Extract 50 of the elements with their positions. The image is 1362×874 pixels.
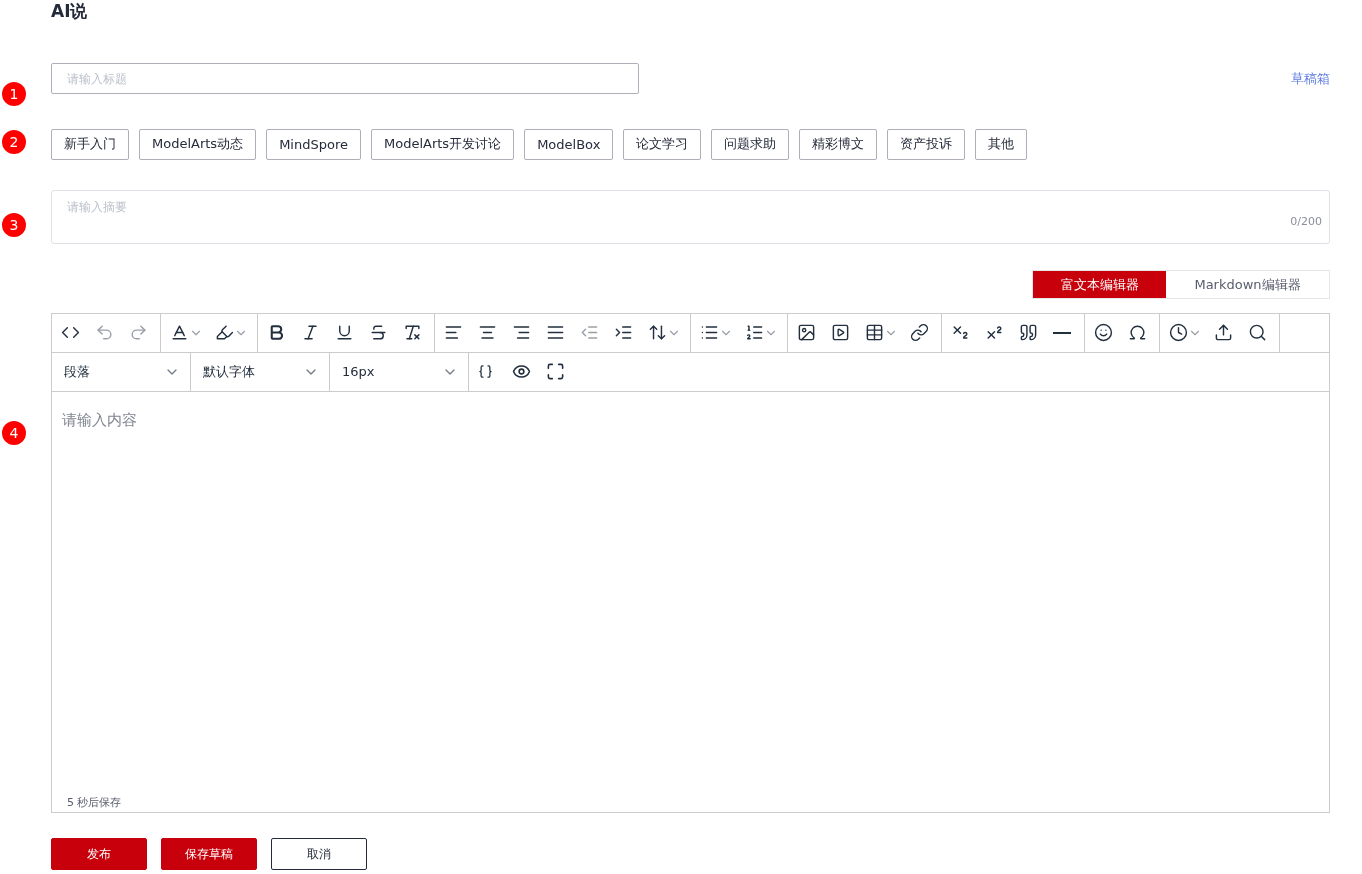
- select-value: 16px: [342, 364, 375, 380]
- omega-icon: [1128, 323, 1147, 343]
- step-marker: 2: [2, 130, 26, 155]
- upload-icon: [1214, 323, 1233, 343]
- quote-icon: [1019, 323, 1038, 343]
- drafts-link[interactable]: 草稿箱: [1291, 69, 1330, 88]
- page-title: AI说: [51, 0, 89, 23]
- search-icon: [1248, 323, 1267, 343]
- clear-format-icon: [403, 323, 422, 343]
- character-counter: 0/200: [1290, 215, 1322, 229]
- title-input[interactable]: 请输入标题: [51, 63, 639, 95]
- table-icon: [865, 323, 884, 343]
- category-tag[interactable]: 精彩博文: [799, 128, 878, 160]
- category-tag[interactable]: ModelBox: [524, 128, 614, 160]
- step-marker: 3: [2, 213, 26, 238]
- numbered-list-icon: [745, 323, 764, 343]
- cancel-button[interactable]: 取消: [271, 838, 367, 871]
- select-value: 段落: [64, 362, 90, 381]
- step-marker: 1: [2, 82, 26, 107]
- category-tag[interactable]: 其他: [975, 128, 1028, 160]
- category-tag[interactable]: 论文学习: [623, 128, 702, 160]
- strikethrough-icon: [369, 323, 388, 343]
- line-height-icon: [648, 323, 667, 343]
- category-tag[interactable]: 问题求助: [711, 128, 790, 160]
- category-tag[interactable]: MindSpore: [266, 128, 361, 160]
- category-tag[interactable]: ModelArts动态: [139, 128, 257, 160]
- redo-icon: [129, 323, 148, 343]
- category-tag[interactable]: 新手入门: [51, 128, 129, 160]
- fullscreen-icon: [546, 362, 565, 382]
- content-placeholder: 请输入内容: [62, 410, 137, 429]
- autosave-note: 5 秒后保存: [67, 794, 122, 810]
- italic-icon: [301, 323, 320, 343]
- category-tag[interactable]: ModelArts开发讨论: [371, 128, 515, 160]
- horizontal-line-icon: [1053, 331, 1071, 334]
- braces-icon: [478, 364, 493, 380]
- select-value: 默认字体: [203, 362, 255, 381]
- video-icon: [831, 323, 850, 343]
- highlighter-icon: [215, 323, 234, 343]
- link-icon: [910, 323, 929, 343]
- undo-icon: [95, 323, 114, 343]
- editor-tab[interactable]: 富文本编辑器: [1033, 271, 1166, 299]
- smiley-icon: [1094, 323, 1113, 343]
- underline-icon: [335, 323, 354, 343]
- clock-icon: [1169, 323, 1188, 343]
- category-tag[interactable]: 资产投诉: [887, 128, 966, 160]
- text-color-icon: [170, 323, 189, 343]
- primary-button[interactable]: 保存草稿: [161, 838, 257, 871]
- image-icon: [797, 323, 816, 343]
- primary-button[interactable]: 发布: [51, 838, 147, 871]
- step-marker: 4: [2, 420, 26, 445]
